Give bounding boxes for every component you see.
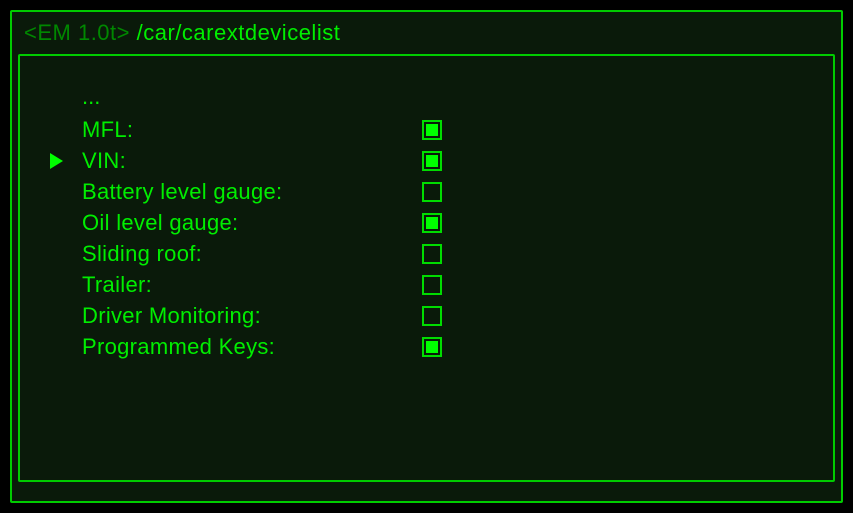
list-item[interactable]: Battery level gauge: (50, 176, 793, 207)
list-item[interactable]: MFL: (50, 114, 793, 145)
item-label: Trailer: (82, 272, 422, 298)
list-item[interactable]: Sliding roof: (50, 238, 793, 269)
list-item[interactable]: Programmed Keys: (50, 331, 793, 362)
checkbox[interactable] (422, 244, 442, 264)
breadcrumb: <EM 1.0t> /car/carextdevicelist (12, 12, 841, 54)
device-list-panel: ... MFL: VIN: Battery level gauge: Oil leve… (18, 54, 835, 482)
checkbox[interactable] (422, 337, 442, 357)
selection-pointer-slot (50, 153, 82, 169)
item-label: Oil level gauge: (82, 210, 422, 236)
list-item[interactable]: VIN: (50, 145, 793, 176)
checkbox[interactable] (422, 213, 442, 233)
list-item[interactable]: Oil level gauge: (50, 207, 793, 238)
item-label: Battery level gauge: (82, 179, 422, 205)
prompt-prefix: <EM 1.0t> (24, 20, 130, 45)
item-label: Driver Monitoring: (82, 303, 422, 329)
checkbox[interactable] (422, 275, 442, 295)
checkbox[interactable] (422, 151, 442, 171)
item-label: MFL: (82, 117, 422, 143)
scroll-up-indicator[interactable]: ... (50, 86, 793, 112)
item-label: VIN: (82, 148, 422, 174)
list-item[interactable]: Driver Monitoring: (50, 300, 793, 331)
list-item[interactable]: Trailer: (50, 269, 793, 300)
checkbox[interactable] (422, 306, 442, 326)
path-text: /car/carextdevicelist (137, 20, 341, 45)
checkbox[interactable] (422, 120, 442, 140)
device-list: MFL: VIN: Battery level gauge: Oil level ga… (50, 114, 793, 362)
selection-arrow-icon (50, 153, 63, 169)
checkbox[interactable] (422, 182, 442, 202)
terminal-window: <EM 1.0t> /car/carextdevicelist ... MFL:… (10, 10, 843, 503)
item-label: Programmed Keys: (82, 334, 422, 360)
item-label: Sliding roof: (82, 241, 422, 267)
